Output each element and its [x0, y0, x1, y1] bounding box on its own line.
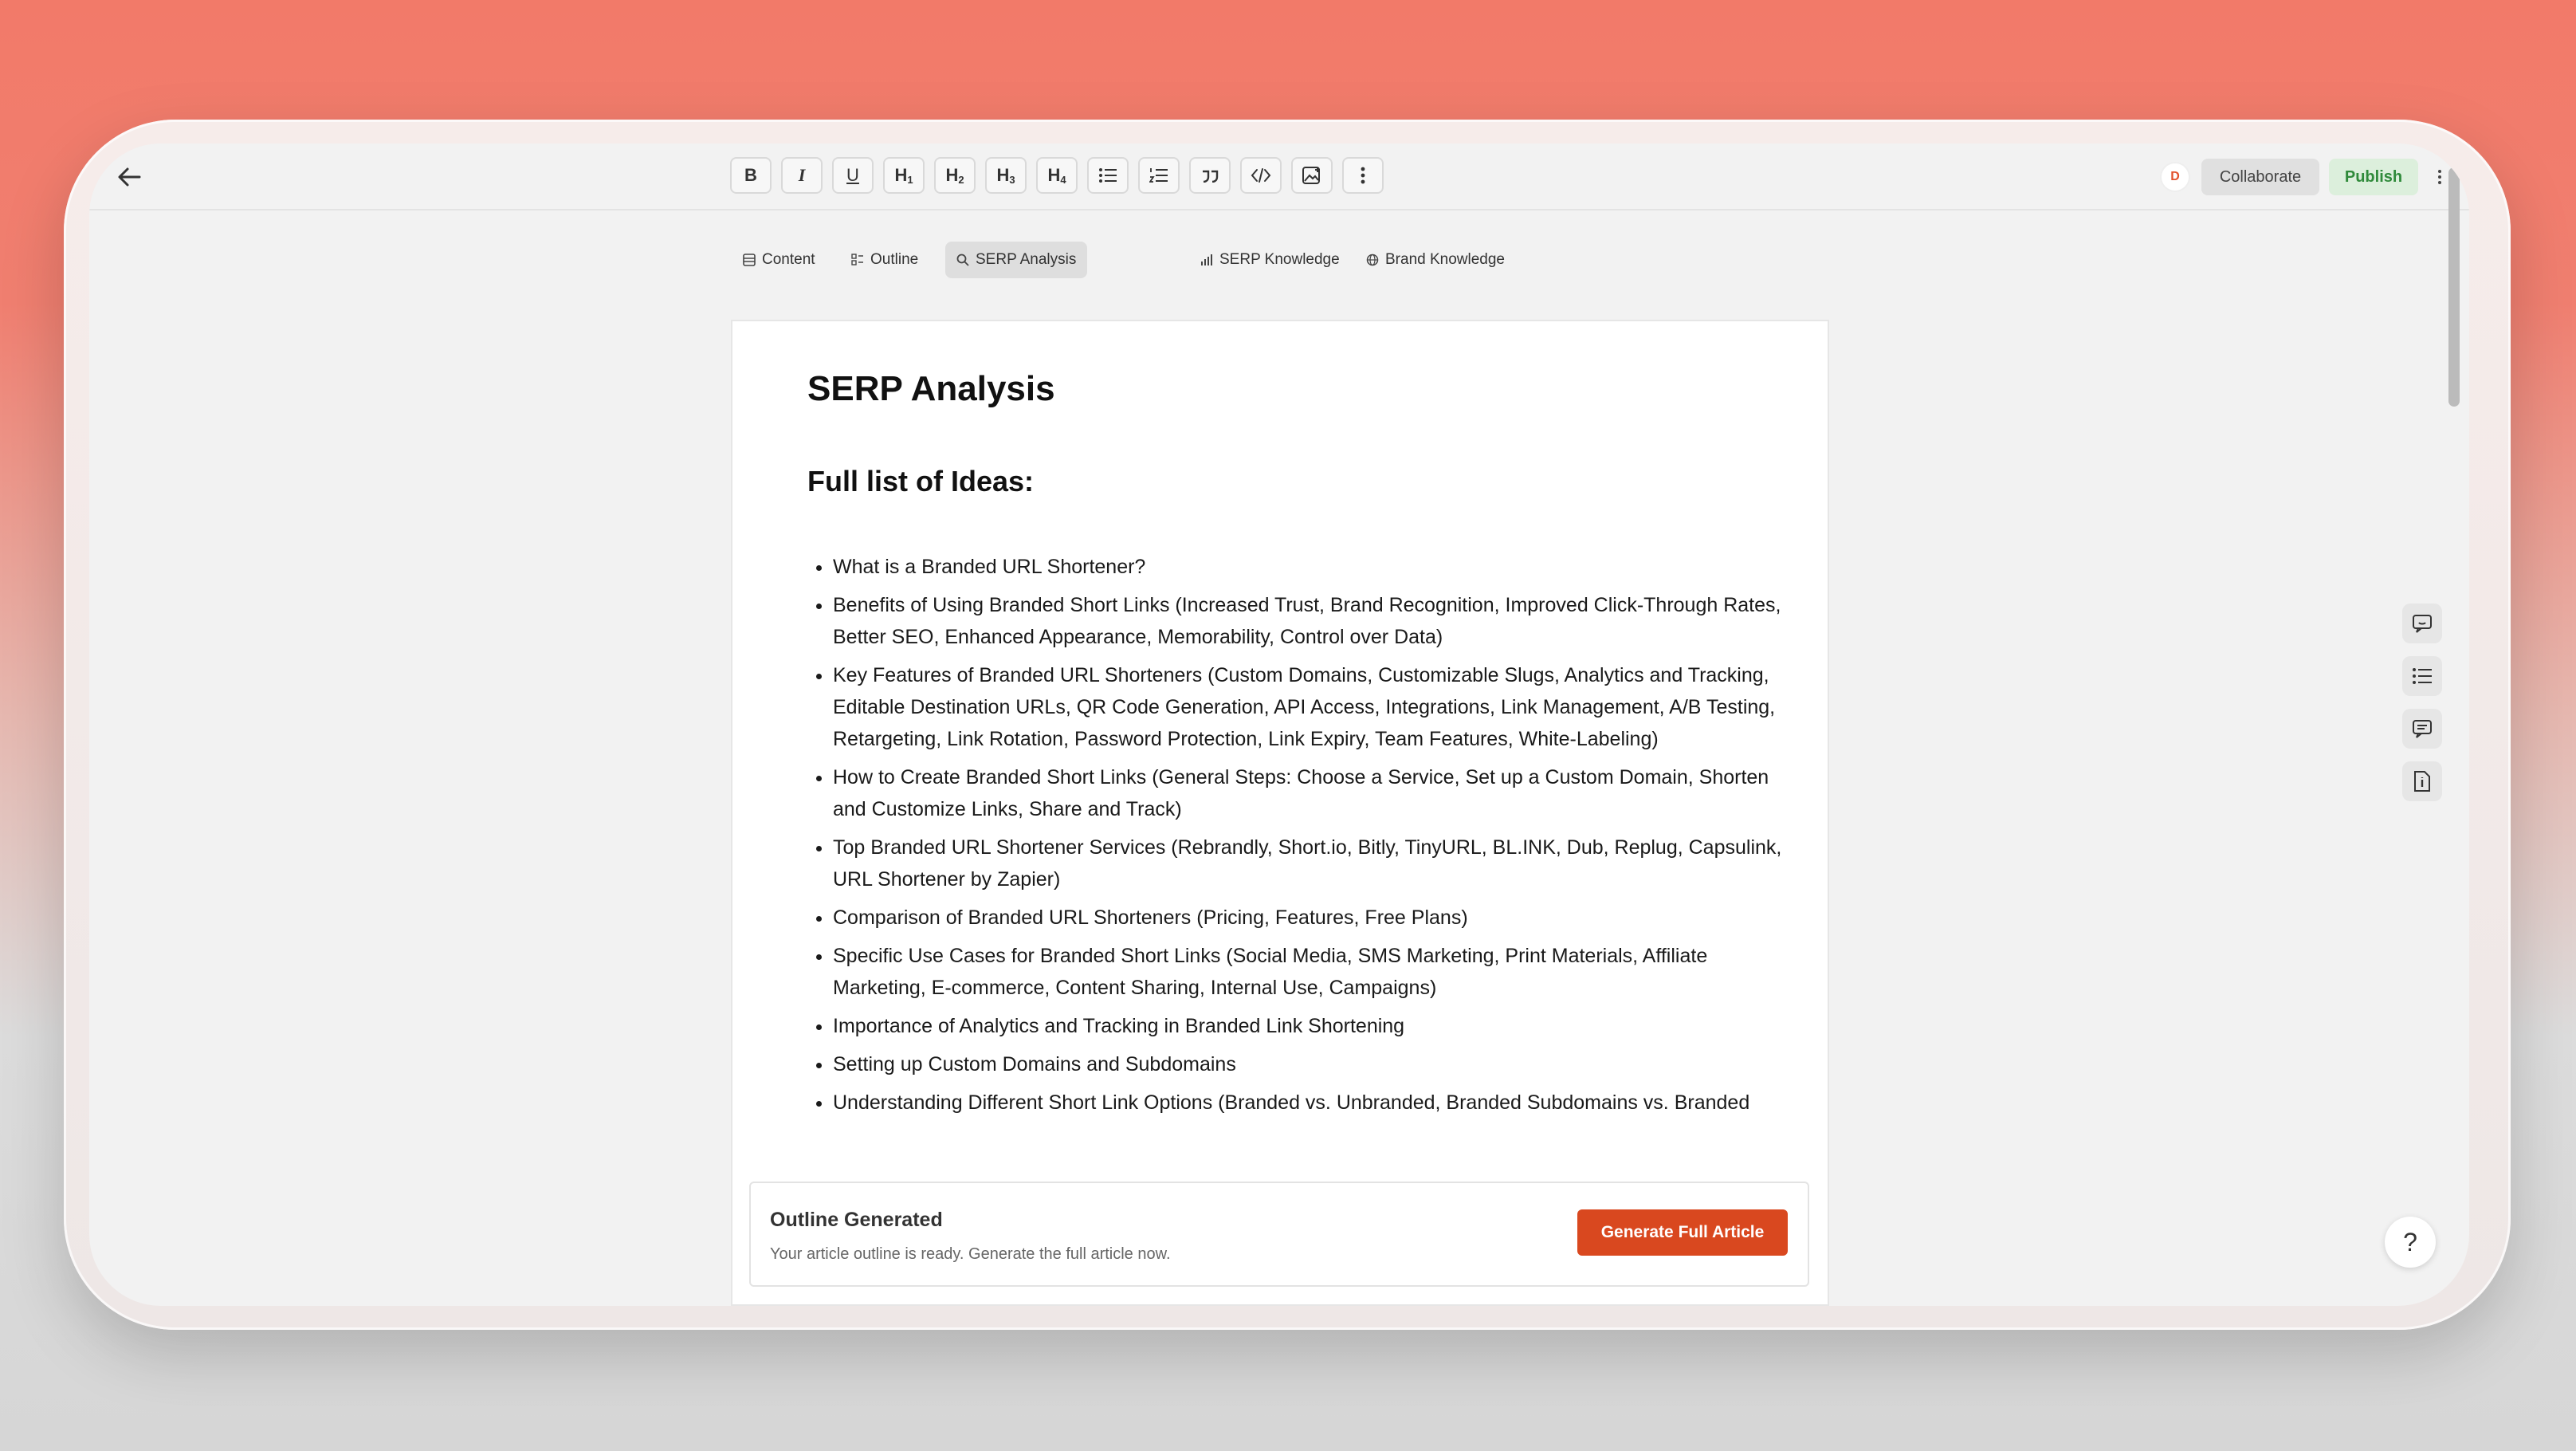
heading4-button[interactable]: H4	[1036, 157, 1078, 194]
banner-title: Outline Generated	[770, 1209, 943, 1231]
tab-outline-label: Outline	[870, 251, 919, 268]
tab-serp-knowledge-label: SERP Knowledge	[1219, 251, 1340, 268]
numbered-list-icon	[1149, 168, 1168, 183]
tab-serp-analysis-label: SERP Analysis	[976, 251, 1077, 268]
list-item: What is a Branded URL Shortener?	[833, 551, 1789, 583]
heading2-button[interactable]: H2	[934, 157, 976, 194]
more-options-button[interactable]	[1342, 157, 1384, 194]
underline-label: U	[846, 165, 859, 185]
table-icon	[743, 254, 756, 266]
document-info-icon[interactable]	[2402, 761, 2442, 801]
h2-label: H	[945, 165, 959, 185]
quote-icon	[1203, 170, 1219, 183]
comments-icon[interactable]	[2402, 709, 2442, 749]
top-toolbar: B I U H1 H2 H3 H4 D Collaborate Publish	[89, 144, 2469, 210]
list-item: Understanding Different Short Link Optio…	[833, 1087, 1789, 1119]
tab-outline[interactable]: Outline	[840, 242, 929, 278]
h3-number: 3	[1009, 174, 1015, 186]
code-icon	[1251, 168, 1271, 183]
list-item: Key Features of Branded URL Shorteners (…	[833, 659, 1789, 755]
avatar[interactable]: D	[2160, 162, 2190, 192]
bold-button[interactable]: B	[730, 157, 772, 194]
list-icon[interactable]	[2402, 656, 2442, 696]
globe-icon	[1366, 254, 1379, 266]
h2-number: 2	[958, 174, 964, 186]
search-icon	[956, 254, 969, 266]
italic-button[interactable]: I	[781, 157, 823, 194]
list-item: Comparison of Branded URL Shorteners (Pr…	[833, 902, 1789, 934]
tab-content[interactable]: Content	[732, 242, 827, 278]
generate-full-article-button[interactable]: Generate Full Article	[1577, 1209, 1788, 1256]
help-button[interactable]: ?	[2385, 1217, 2436, 1268]
h4-label: H	[1047, 165, 1061, 185]
h3-label: H	[996, 165, 1010, 185]
scrollbar-thumb[interactable]	[2448, 167, 2460, 407]
tab-brand-knowledge-label: Brand Knowledge	[1385, 251, 1505, 268]
tab-brand-knowledge[interactable]: Brand Knowledge	[1355, 242, 1516, 278]
h1-number: 1	[907, 174, 913, 186]
app-window: B I U H1 H2 H3 H4 D Collaborate Publish	[89, 144, 2469, 1306]
list-item: Specific Use Cases for Branded Short Lin…	[833, 940, 1789, 1004]
numbered-list-button[interactable]	[1138, 157, 1180, 194]
heading1-button[interactable]: H1	[883, 157, 925, 194]
bold-label: B	[744, 165, 757, 185]
quote-button[interactable]	[1189, 157, 1231, 194]
list-item: Importance of Analytics and Tracking in …	[833, 1010, 1789, 1042]
h4-number: 4	[1060, 174, 1066, 186]
tab-serp-knowledge[interactable]: SERP Knowledge	[1189, 242, 1351, 278]
section-heading: Full list of Ideas:	[807, 465, 1035, 497]
ideas-list: What is a Branded URL Shortener? Benefit…	[807, 551, 1789, 1125]
collaborate-button[interactable]: Collaborate	[2201, 159, 2319, 195]
list-item: Benefits of Using Branded Short Links (I…	[833, 589, 1789, 653]
insert-image-button[interactable]	[1291, 157, 1333, 194]
more-vertical-icon	[1361, 167, 1365, 184]
underline-button[interactable]: U	[832, 157, 874, 194]
tab-serp-analysis[interactable]: SERP Analysis	[945, 242, 1088, 278]
ai-chat-icon[interactable]	[2402, 604, 2442, 643]
bullet-list-button[interactable]	[1087, 157, 1129, 194]
outline-icon	[851, 254, 863, 265]
list-item: Setting up Custom Domains and Subdomains	[833, 1048, 1789, 1080]
tab-content-label: Content	[762, 251, 815, 268]
heading3-button[interactable]: H3	[985, 157, 1027, 194]
h1-label: H	[894, 165, 908, 185]
bullet-list-icon	[1099, 168, 1117, 183]
publish-button[interactable]: Publish	[2329, 159, 2418, 195]
outline-generated-banner: Outline Generated Your article outline i…	[749, 1182, 1809, 1287]
code-button[interactable]	[1240, 157, 1282, 194]
list-item: How to Create Branded Short Links (Gener…	[833, 761, 1789, 825]
list-item: Top Branded URL Shortener Services (Rebr…	[833, 832, 1789, 895]
document-page[interactable]: SERP Analysis Full list of Ideas: What i…	[731, 320, 1829, 1306]
image-icon	[1302, 167, 1320, 184]
back-arrow-icon[interactable]	[107, 155, 151, 199]
document-title: SERP Analysis	[807, 369, 1055, 408]
italic-label: I	[798, 165, 806, 185]
bar-chart-icon	[1201, 254, 1212, 265]
banner-text: Your article outline is ready. Generate …	[770, 1245, 1171, 1263]
